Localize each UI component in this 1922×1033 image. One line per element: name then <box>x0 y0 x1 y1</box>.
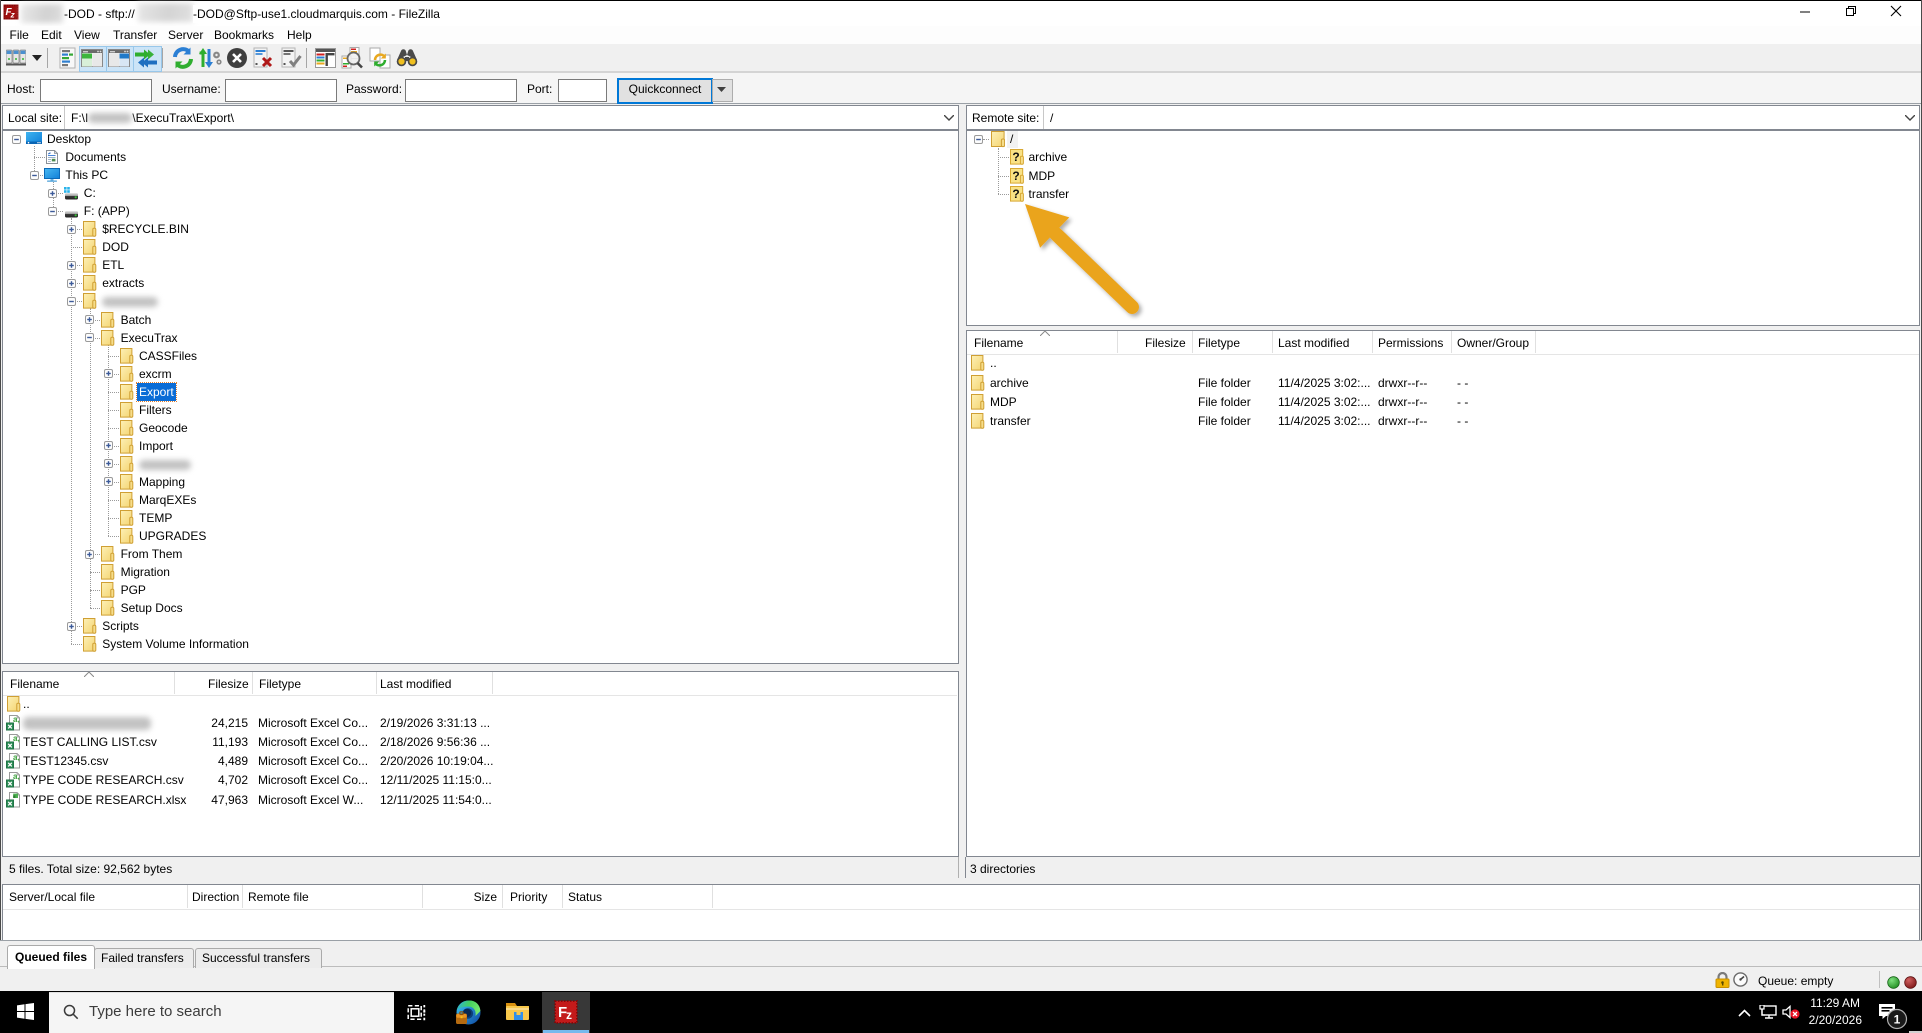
svg-text:z: z <box>566 1008 572 1022</box>
svg-text:a,: a, <box>13 772 20 781</box>
svg-text:a,: a, <box>13 715 20 724</box>
svg-text:?: ? <box>1012 187 1019 201</box>
svg-text:?: ? <box>1012 169 1019 183</box>
svg-text:a,: a, <box>13 734 20 743</box>
svg-text:1: 1 <box>1894 1013 1901 1027</box>
svg-text:?: ? <box>1012 150 1019 164</box>
svg-text:a,: a, <box>13 753 20 762</box>
svg-text:z: z <box>10 10 16 20</box>
